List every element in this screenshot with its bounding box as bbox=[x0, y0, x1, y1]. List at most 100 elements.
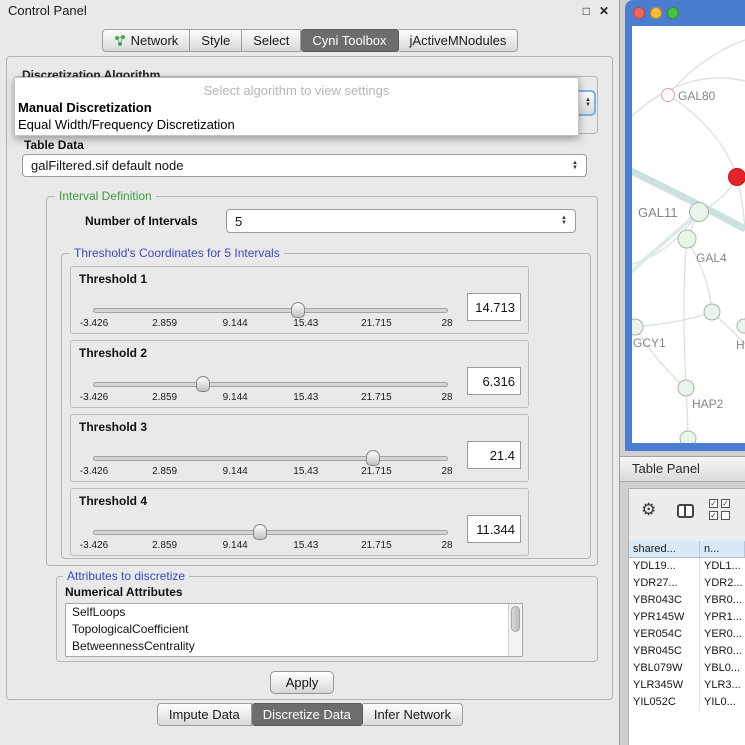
scrollbar-thumb[interactable] bbox=[511, 606, 520, 632]
list-scrollbar[interactable] bbox=[508, 604, 522, 656]
cell-shared-name[interactable]: YDR27... bbox=[629, 575, 700, 592]
cell-name[interactable]: YER0... bbox=[700, 626, 745, 643]
network-node[interactable] bbox=[678, 230, 696, 248]
column-header-shared-name[interactable]: shared... bbox=[629, 541, 700, 558]
threshold-slider[interactable]: -3.426 2.859 9.144 15.43 21.715 28 bbox=[93, 530, 448, 535]
table-row[interactable]: YBL079WYBL0... bbox=[629, 660, 745, 677]
network-node[interactable] bbox=[704, 304, 720, 320]
network-node[interactable] bbox=[632, 319, 643, 335]
gear-icon[interactable]: ⚙ bbox=[641, 501, 656, 518]
cell-name[interactable]: YBL0... bbox=[700, 660, 745, 677]
table-data-combobox[interactable]: galFiltered.sif default node ▲ ▼ bbox=[22, 154, 587, 177]
tab-network[interactable]: Network bbox=[102, 29, 191, 52]
network-node[interactable] bbox=[678, 380, 694, 396]
mac-close-button[interactable] bbox=[633, 7, 645, 19]
table-row[interactable]: YDR27...YDR2... bbox=[629, 575, 745, 592]
dropdown-option-equal-width[interactable]: Equal Width/Frequency Discretization bbox=[18, 117, 575, 132]
cell-shared-name[interactable]: YPR145W bbox=[629, 609, 700, 626]
table-data-label: Table Data bbox=[24, 138, 84, 152]
network-node[interactable] bbox=[680, 431, 696, 443]
cell-name[interactable]: YBR0... bbox=[700, 592, 745, 609]
column-header-name[interactable]: n... bbox=[700, 541, 745, 558]
tab-infer-network[interactable]: Infer Network bbox=[363, 703, 463, 726]
list-item[interactable]: SelfLoops bbox=[66, 604, 522, 621]
threshold-value-input[interactable] bbox=[467, 515, 521, 543]
checkbox-icon[interactable]: ✓ bbox=[721, 499, 730, 508]
mac-zoom-button[interactable] bbox=[667, 7, 679, 19]
cell-name[interactable]: YPR1... bbox=[700, 609, 745, 626]
columns-icon[interactable] bbox=[677, 504, 694, 518]
threshold-panel-4: Threshold 4 -3.426 2.859 9.144 15.43 21.… bbox=[70, 488, 529, 556]
cell-name[interactable]: YBR0... bbox=[700, 643, 745, 660]
cell-shared-name[interactable]: YBL079W bbox=[629, 660, 700, 677]
numerical-attributes-label: Numerical Attributes bbox=[65, 585, 183, 599]
network-node[interactable] bbox=[690, 203, 709, 222]
checkbox-icon[interactable]: ✓ bbox=[709, 511, 718, 520]
cell-shared-name[interactable]: YBR043C bbox=[629, 592, 700, 609]
float-icon[interactable]: □ bbox=[583, 0, 590, 22]
list-item[interactable]: TopologicalCoefficient bbox=[66, 621, 522, 638]
mac-minimize-button[interactable] bbox=[650, 7, 662, 19]
apply-button[interactable]: Apply bbox=[270, 671, 334, 694]
tick-label: 28 bbox=[441, 466, 452, 477]
threshold-slider[interactable]: -3.426 2.859 9.144 15.43 21.715 28 bbox=[93, 456, 448, 461]
cell-name[interactable]: YDL1... bbox=[700, 558, 745, 575]
tick-label: 2.859 bbox=[152, 466, 177, 477]
table-row[interactable]: YPR145WYPR1... bbox=[629, 609, 745, 626]
cell-name[interactable]: YLR3... bbox=[700, 677, 745, 694]
number-of-intervals-value: 5 bbox=[235, 214, 242, 229]
tab-discretize-data[interactable]: Discretize Data bbox=[252, 703, 363, 726]
cell-shared-name[interactable]: YER054C bbox=[629, 626, 700, 643]
network-node[interactable] bbox=[737, 319, 745, 333]
node-label: GAL80 bbox=[678, 89, 716, 103]
thresholds-group-title: Threshold's Coordinates for 5 Intervals bbox=[70, 246, 284, 261]
cell-name[interactable]: YDR2... bbox=[700, 575, 745, 592]
tab-jactivemnodules[interactable]: jActiveMNodules bbox=[399, 29, 519, 52]
table-row[interactable]: YLR345WYLR3... bbox=[629, 677, 745, 694]
cell-shared-name[interactable]: YDL19... bbox=[629, 558, 700, 575]
cell-name[interactable]: YIL0... bbox=[700, 694, 745, 711]
threshold-value-input[interactable] bbox=[467, 293, 521, 321]
arrow-down-icon: ▼ bbox=[572, 166, 578, 171]
table-row[interactable]: YDL19...YDL1... bbox=[629, 558, 745, 575]
slider-thumb[interactable] bbox=[253, 524, 267, 540]
slider-thumb[interactable] bbox=[196, 376, 210, 392]
close-icon[interactable]: ✕ bbox=[599, 0, 609, 22]
list-item[interactable]: BetweennessCentrality bbox=[66, 638, 522, 655]
slider-thumb[interactable] bbox=[291, 302, 305, 318]
table-row[interactable]: YIL052CYIL0... bbox=[629, 694, 745, 711]
network-node[interactable] bbox=[662, 89, 675, 102]
threshold-slider[interactable]: -3.426 2.859 9.144 15.43 21.715 28 bbox=[93, 382, 448, 387]
threshold-slider[interactable]: -3.426 2.859 9.144 15.43 21.715 28 bbox=[93, 308, 448, 313]
tab-label: jActiveMNodules bbox=[410, 33, 507, 48]
table-row[interactable]: YBR045CYBR0... bbox=[629, 643, 745, 660]
network-canvas[interactable]: GAL80 GAL11 GAL4 GCY1 HAP2 HI bbox=[632, 26, 745, 443]
table-row[interactable]: YER054CYER0... bbox=[629, 626, 745, 643]
table-toolbar: ⚙ ✓ ✓ ✓ bbox=[629, 489, 745, 541]
node-label: GAL4 bbox=[696, 251, 727, 265]
tab-cyni-toolbox[interactable]: Cyni Toolbox bbox=[301, 29, 398, 52]
dropdown-option-manual[interactable]: Manual Discretization bbox=[18, 100, 575, 115]
tick-label: 9.144 bbox=[223, 318, 248, 329]
checkbox-icon[interactable]: ✓ bbox=[709, 499, 718, 508]
combo-arrows-icon: ▲ ▼ bbox=[585, 98, 591, 108]
cell-shared-name[interactable]: YLR345W bbox=[629, 677, 700, 694]
cell-shared-name[interactable]: YBR045C bbox=[629, 643, 700, 660]
tick-label: 15.43 bbox=[293, 392, 318, 403]
arrow-down-icon: ▼ bbox=[561, 221, 567, 226]
thresholds-group: Threshold's Coordinates for 5 Intervals … bbox=[61, 253, 591, 559]
threshold-value-input[interactable] bbox=[467, 441, 521, 469]
tab-select[interactable]: Select bbox=[242, 29, 301, 52]
table-row[interactable]: YBR043CYBR0... bbox=[629, 592, 745, 609]
combo-arrows-icon: ▲ ▼ bbox=[561, 216, 567, 226]
network-node-selected-red[interactable] bbox=[729, 169, 745, 186]
cell-shared-name[interactable]: YIL052C bbox=[629, 694, 700, 711]
checkbox-icon[interactable] bbox=[721, 511, 730, 520]
tab-label: Style bbox=[201, 33, 230, 48]
tab-style[interactable]: Style bbox=[190, 29, 242, 52]
threshold-value-input[interactable] bbox=[467, 367, 521, 395]
number-of-intervals-combobox[interactable]: 5 ▲ ▼ bbox=[226, 209, 576, 233]
tab-impute-data[interactable]: Impute Data bbox=[157, 703, 252, 726]
slider-thumb[interactable] bbox=[366, 450, 380, 466]
bottom-tab-bar: Impute Data Discretize Data Infer Networ… bbox=[0, 703, 620, 726]
